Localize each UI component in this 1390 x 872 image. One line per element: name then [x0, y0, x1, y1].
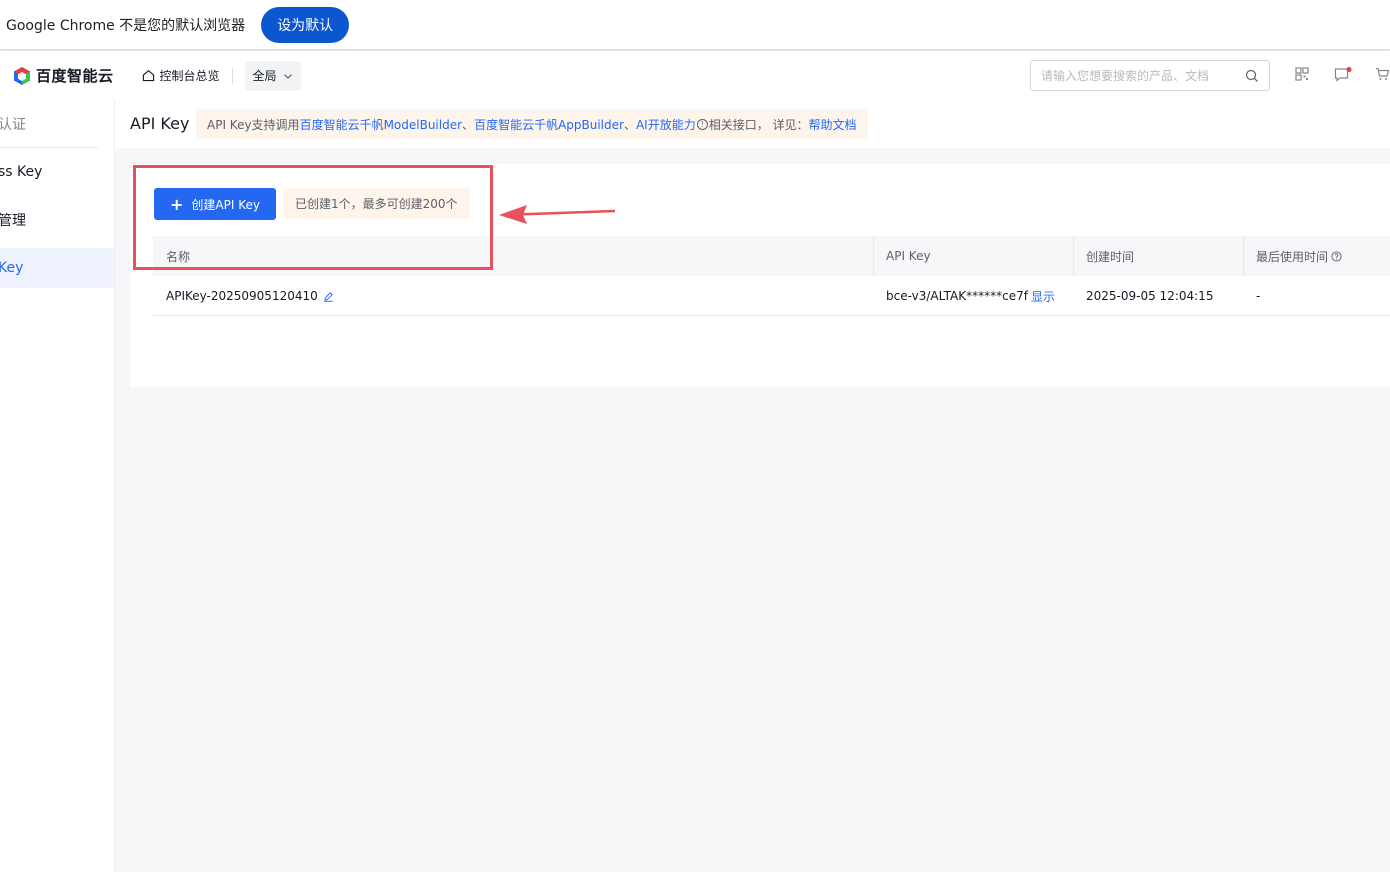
column-header-last-used: 最后使用时间	[1256, 236, 1342, 276]
sidebar-item-label: 管理	[0, 213, 26, 229]
brand-logo[interactable]: 百度智能云	[12, 65, 114, 86]
api-key-name-cell: APIKey-20250905120410	[166, 276, 334, 316]
console-home-label: 控制台总览	[159, 69, 220, 83]
logo-text: 百度智能云	[36, 67, 114, 85]
create-api-key-button[interactable]: + 创建API Key	[154, 188, 276, 220]
notice-text: 相关接口， 详见：	[708, 117, 809, 132]
plus-icon: +	[170, 194, 184, 214]
region-scope-dropdown[interactable]: 全局	[244, 60, 301, 91]
notice-separator: 、	[623, 117, 636, 132]
info-icon[interactable]: !	[696, 118, 708, 130]
create-button-label: 创建API Key	[191, 197, 260, 212]
notice-text: API Key支持调用	[207, 117, 300, 132]
appbuilder-link[interactable]: 百度智能云千帆AppBuilder	[474, 116, 624, 133]
api-key-masked-value: bce-v3/ALTAK******ce7f	[886, 289, 1028, 303]
column-header-api-key: API Key	[886, 249, 931, 263]
home-icon	[142, 69, 154, 82]
api-key-card: + 创建API Key 已创建1个，最多可创建200个 名称 API Key 创…	[130, 164, 1390, 387]
column-divider	[1243, 236, 1244, 276]
annotation-arrow-icon	[499, 205, 616, 224]
set-default-button[interactable]: 设为默认	[261, 6, 350, 43]
sidebar-item-auth[interactable]: 认证	[0, 104, 114, 144]
console-home-link[interactable]: 控制台总览	[142, 67, 220, 84]
page-header: API Key API Key支持调用 百度智能云千帆ModelBuilder …	[115, 100, 1390, 148]
sidebar-item-api-key[interactable]: Key	[0, 248, 114, 288]
nav-divider	[231, 67, 233, 84]
chevron-down-icon	[283, 73, 292, 79]
table-row: APIKey-20250905120410 bce-v3/ALTAK******…	[153, 276, 1390, 316]
help-icon[interactable]	[1331, 250, 1342, 262]
modelbuilder-link[interactable]: 百度智能云千帆ModelBuilder	[300, 116, 462, 133]
search-input[interactable]	[1041, 68, 1245, 83]
ai-open-capability-link[interactable]: AI开放能力	[636, 116, 696, 133]
column-header-created: 创建时间	[1086, 249, 1135, 264]
sidebar: 认证 ss Key 管理 Key	[0, 100, 115, 872]
edit-pencil-icon[interactable]	[323, 291, 334, 302]
scope-label: 全局	[252, 69, 277, 83]
created-time-cell: 2025-09-05 12:04:15	[1086, 289, 1214, 303]
api-key-name: APIKey-20250905120410	[166, 289, 318, 303]
sidebar-item-label: Key	[0, 260, 24, 276]
search-icon[interactable]	[1245, 69, 1259, 83]
column-divider	[873, 236, 874, 276]
top-navigation: 百度智能云 控制台总览 全局	[0, 51, 1390, 100]
last-used-cell: -	[1256, 289, 1261, 303]
infobar-message: Google Chrome 不是您的默认浏览器	[6, 17, 246, 34]
sidebar-item-label: 认证	[0, 117, 26, 133]
table-header: 名称 API Key 创建时间 最后使用时间	[153, 236, 1390, 276]
sidebar-item-label: ss Key	[0, 164, 43, 180]
default-browser-infobar: Google Chrome 不是您的默认浏览器 设为默认	[0, 0, 1390, 50]
page-title: API Key	[130, 114, 190, 133]
show-api-key-link[interactable]: 显示	[1031, 288, 1055, 305]
sidebar-divider	[0, 147, 98, 148]
column-header-name: 名称	[166, 249, 191, 264]
message-icon[interactable]	[1334, 67, 1352, 83]
api-key-notice: API Key支持调用 百度智能云千帆ModelBuilder 、 百度智能云千…	[196, 109, 868, 139]
help-doc-link[interactable]: 帮助文档	[809, 116, 857, 133]
api-key-value-cell: bce-v3/ALTAK******ce7f 显示	[886, 276, 1055, 316]
api-key-count-tag: 已创建1个，最多可创建200个	[283, 188, 470, 219]
sidebar-item-access-key[interactable]: ss Key	[0, 152, 114, 192]
global-search-box[interactable]	[1030, 60, 1270, 91]
column-divider	[1073, 236, 1074, 276]
qrcode-icon[interactable]	[1295, 67, 1309, 81]
cart-icon[interactable]	[1375, 67, 1390, 81]
column-header-label: 最后使用时间	[1256, 249, 1329, 264]
baidu-cloud-logo-icon	[14, 66, 30, 85]
sidebar-item-management[interactable]: 管理	[0, 200, 114, 240]
notice-separator: 、	[462, 117, 475, 132]
